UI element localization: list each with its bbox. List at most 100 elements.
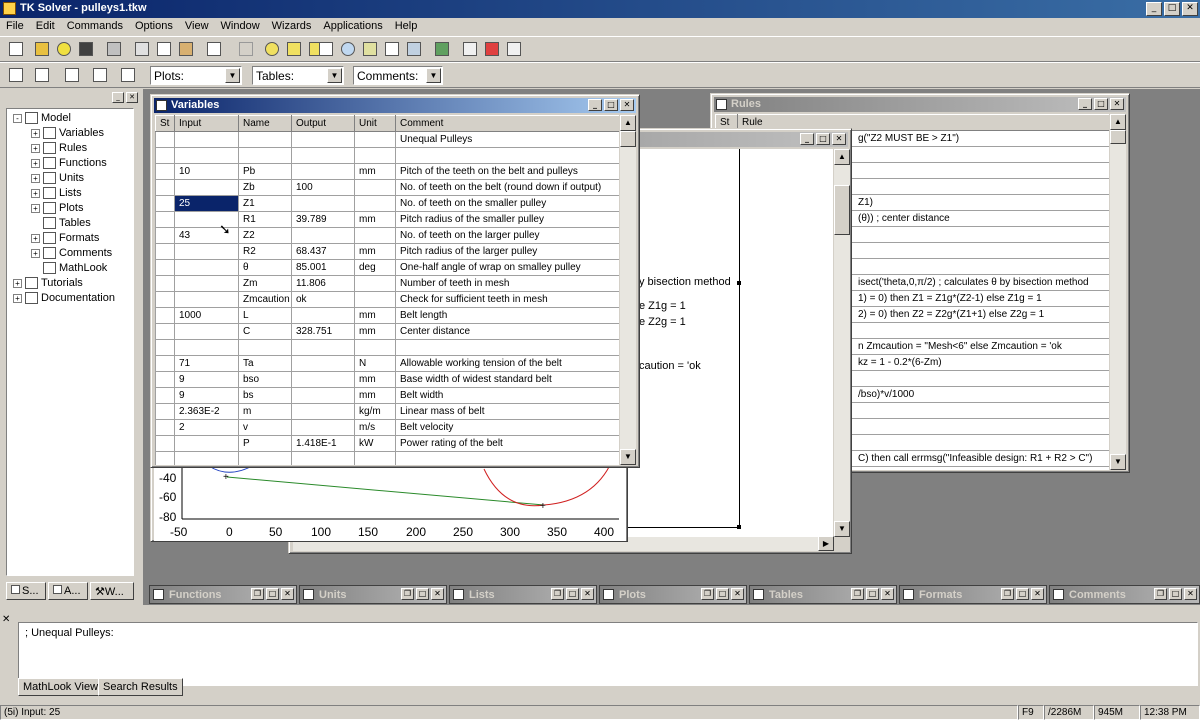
cell-comment[interactable]: Pitch of the teeth on the belt and pulle… bbox=[395, 163, 619, 180]
cell-output[interactable] bbox=[291, 339, 355, 356]
restore-button[interactable]: ❐ bbox=[701, 588, 714, 600]
tables-combo[interactable]: Tables: ▼ bbox=[252, 66, 344, 85]
collapse-icon[interactable]: - bbox=[13, 114, 22, 123]
print-icon[interactable] bbox=[104, 39, 124, 59]
cell-name[interactable]: Ta bbox=[238, 355, 292, 372]
menu-window[interactable]: Window bbox=[215, 18, 266, 36]
cell-comment[interactable]: No. of teeth on the larger pulley bbox=[395, 227, 619, 244]
cell-output[interactable] bbox=[291, 227, 355, 244]
cell-input[interactable]: 10 bbox=[174, 163, 239, 180]
restore-button[interactable]: ❐ bbox=[401, 588, 414, 600]
cell-input[interactable]: 2.363E-2 bbox=[174, 403, 239, 420]
comments-combo[interactable]: Comments: ▼ bbox=[353, 66, 443, 85]
new-icon[interactable] bbox=[6, 39, 26, 59]
cell-unit[interactable]: kW bbox=[354, 435, 396, 452]
cell-input[interactable] bbox=[174, 275, 239, 292]
cell-name[interactable]: Z2 bbox=[238, 227, 292, 244]
cell-st[interactable] bbox=[155, 387, 175, 404]
cell-name[interactable]: Pb bbox=[238, 163, 292, 180]
close-button[interactable]: ✕ bbox=[1182, 2, 1198, 16]
cut-icon[interactable] bbox=[132, 39, 152, 59]
cell-unit[interactable]: mm bbox=[354, 307, 396, 324]
cell-name[interactable]: C bbox=[238, 323, 292, 340]
tree-item-documentation[interactable]: + Documentation bbox=[7, 291, 133, 306]
cell-comment[interactable]: Number of teeth in mesh bbox=[395, 275, 619, 292]
cell-unit[interactable]: mm bbox=[354, 371, 396, 388]
cell-name[interactable]: Zb bbox=[238, 179, 292, 196]
cell-output[interactable] bbox=[291, 307, 355, 324]
expand-icon[interactable]: + bbox=[31, 174, 40, 183]
cell-unit[interactable]: m/s bbox=[354, 419, 396, 436]
help-icon[interactable] bbox=[482, 39, 502, 59]
scroll-up-icon[interactable]: ▲ bbox=[620, 115, 636, 131]
cell-unit[interactable] bbox=[354, 227, 396, 244]
cell-output[interactable]: 39.789 bbox=[291, 211, 355, 228]
cell-unit[interactable] bbox=[354, 291, 396, 308]
cell-input[interactable] bbox=[174, 131, 239, 148]
close-button[interactable]: ✕ bbox=[1184, 588, 1197, 600]
cell-unit[interactable] bbox=[354, 275, 396, 292]
maximize-button[interactable]: □ bbox=[1164, 2, 1180, 16]
cell-input[interactable]: 9 bbox=[174, 387, 239, 404]
minimize-button[interactable]: _ bbox=[1078, 98, 1092, 110]
maximize-button[interactable]: □ bbox=[604, 99, 618, 111]
tab-search-results[interactable]: Search Results bbox=[98, 678, 183, 696]
cell-name[interactable]: Zmcaution bbox=[238, 291, 292, 308]
cell-unit[interactable] bbox=[354, 131, 396, 148]
cell-input[interactable] bbox=[174, 147, 239, 164]
cell-unit[interactable]: N bbox=[354, 355, 396, 372]
maximize-button[interactable]: □ bbox=[716, 588, 729, 600]
scroll-down-icon[interactable]: ▼ bbox=[1110, 454, 1126, 470]
cell-comment[interactable] bbox=[395, 147, 619, 164]
menu-commands[interactable]: Commands bbox=[61, 18, 129, 36]
cell-unit[interactable] bbox=[354, 195, 396, 212]
cell-comment[interactable]: Belt velocity bbox=[395, 419, 619, 436]
cell-output[interactable] bbox=[291, 419, 355, 436]
maximize-button[interactable]: □ bbox=[416, 588, 429, 600]
cell-st[interactable] bbox=[155, 163, 175, 180]
cell-comment[interactable]: Linear mass of belt bbox=[395, 403, 619, 420]
cell-name[interactable] bbox=[238, 451, 292, 465]
header-unit[interactable]: Unit bbox=[354, 115, 396, 132]
cell-comment[interactable] bbox=[395, 339, 619, 356]
expand-icon[interactable]: + bbox=[31, 159, 40, 168]
cell-output[interactable]: ok bbox=[291, 291, 355, 308]
plot-icon[interactable] bbox=[316, 39, 336, 59]
cell-name[interactable] bbox=[238, 147, 292, 164]
library-icon[interactable] bbox=[432, 39, 452, 59]
cell-unit[interactable] bbox=[354, 147, 396, 164]
pane-close-icon[interactable]: ✕ bbox=[2, 614, 10, 625]
cell-comment[interactable]: Pitch radius of the smaller pulley bbox=[395, 211, 619, 228]
mathlook-sheet-icon[interactable] bbox=[118, 65, 138, 85]
chevron-down-icon[interactable]: ▼ bbox=[426, 68, 441, 83]
restore-button[interactable]: ❐ bbox=[1154, 588, 1167, 600]
minimized-window-units[interactable]: Units ❐ □ ✕ bbox=[299, 585, 447, 604]
cell-output[interactable] bbox=[291, 147, 355, 164]
tree-item-units[interactable]: + Units bbox=[7, 171, 133, 186]
tab-wizards[interactable]: ⚒W... bbox=[90, 582, 134, 600]
cell-comment[interactable]: Base width of widest standard belt bbox=[395, 371, 619, 388]
cell-input[interactable]: 25 bbox=[174, 195, 239, 212]
cell-unit[interactable]: deg bbox=[354, 259, 396, 276]
cell-input[interactable] bbox=[174, 323, 239, 340]
variables-title-bar[interactable]: Variables _ □ ✕ bbox=[154, 98, 636, 113]
minimized-window-plots[interactable]: Plots ❐ □ ✕ bbox=[599, 585, 747, 604]
function-icon[interactable] bbox=[360, 39, 380, 59]
cell-output[interactable] bbox=[291, 163, 355, 180]
cell-unit[interactable] bbox=[354, 451, 396, 465]
paste-icon[interactable] bbox=[176, 39, 196, 59]
variables-scrollbar[interactable]: ▲ ▼ bbox=[620, 115, 636, 465]
menu-help[interactable]: Help bbox=[389, 18, 424, 36]
cell-unit[interactable] bbox=[354, 339, 396, 356]
menu-file[interactable]: File bbox=[0, 18, 30, 36]
expand-icon[interactable]: + bbox=[31, 249, 40, 258]
cell-st[interactable] bbox=[155, 131, 175, 148]
close-button[interactable]: ✕ bbox=[731, 588, 744, 600]
cell-output[interactable] bbox=[291, 451, 355, 465]
settings-icon[interactable] bbox=[382, 39, 402, 59]
cell-comment[interactable] bbox=[395, 451, 619, 465]
find-icon[interactable] bbox=[460, 39, 480, 59]
menu-options[interactable]: Options bbox=[129, 18, 179, 36]
open-icon[interactable] bbox=[32, 39, 52, 59]
cell-comment[interactable]: Pitch radius of the larger pulley bbox=[395, 243, 619, 260]
